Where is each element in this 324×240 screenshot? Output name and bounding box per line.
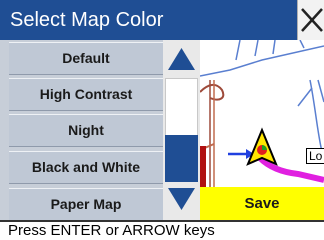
road-label: Lo (306, 148, 324, 164)
map-drawing (200, 40, 324, 187)
triangle-down-icon (168, 188, 195, 210)
vehicle-arrow-icon (246, 127, 278, 166)
page-title: Select Map Color (10, 9, 164, 31)
triangle-up-icon (168, 48, 195, 70)
scrollbar[interactable] (163, 40, 200, 220)
scroll-thumb[interactable] (165, 135, 198, 182)
close-icon (301, 8, 323, 32)
menu-item-paper-map[interactable]: Paper Map (9, 188, 163, 221)
map-preview: Lo (200, 40, 324, 187)
scroll-down-button[interactable] (163, 182, 200, 220)
scroll-up-button[interactable] (163, 40, 200, 78)
menu-item-default[interactable]: Default (9, 42, 163, 75)
menu-item-black-and-white[interactable]: Black and White (9, 151, 163, 184)
close-button[interactable] (297, 0, 324, 40)
status-bar: Press ENTER or ARROW keys (0, 220, 324, 240)
menu-item-high-contrast[interactable]: High Contrast (9, 78, 163, 111)
menu-item-night[interactable]: Night (9, 114, 163, 147)
status-text: Press ENTER or ARROW keys (8, 222, 215, 239)
screen: Select Map Color Default High Contrast N… (0, 0, 324, 240)
color-menu: Default High Contrast Night Black and Wh… (0, 40, 163, 221)
title-bar: Select Map Color (0, 0, 297, 40)
save-button[interactable]: Save (200, 187, 324, 220)
